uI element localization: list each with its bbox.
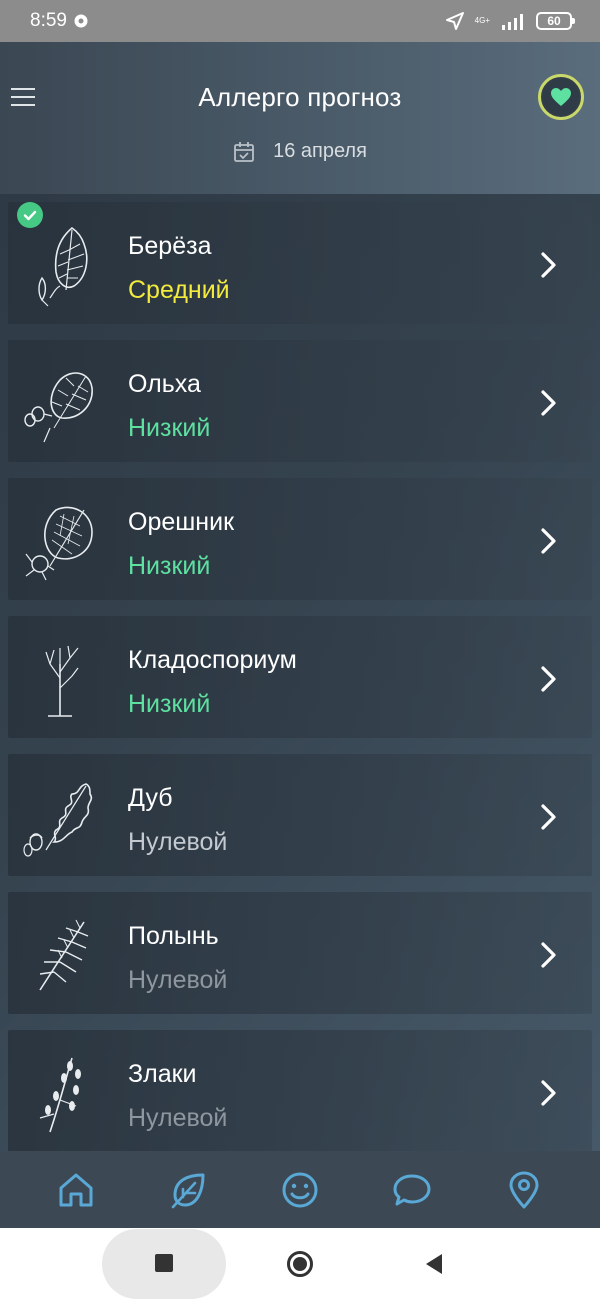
signal-icon <box>502 14 523 30</box>
leaf-icon <box>171 1173 205 1208</box>
nav-chat[interactable] <box>390 1168 434 1212</box>
allergen-level: Низкий <box>128 414 211 442</box>
allergen-card-hazel[interactable]: Орешник Низкий <box>8 478 592 600</box>
nav-home[interactable] <box>54 1168 98 1212</box>
allergen-card-birch[interactable]: Берёза Средний <box>8 202 592 324</box>
page-title: Аллерго прогноз <box>198 82 402 112</box>
allergen-card-grass[interactable]: Злаки Нулевой <box>8 1030 592 1152</box>
allergen-name: Злаки <box>128 1060 197 1088</box>
selected-check-icon <box>17 202 43 228</box>
cladosporium-icon <box>45 645 79 717</box>
allergen-level: Нулевой <box>128 1104 228 1132</box>
grass-icon <box>39 1057 81 1133</box>
nav-diary[interactable] <box>278 1168 322 1212</box>
chevron-right-icon <box>541 1080 556 1106</box>
wormwood-icon <box>39 919 89 991</box>
calendar-icon <box>234 141 254 162</box>
status-time: 8:59 <box>30 10 67 31</box>
system-navigation-bar <box>0 1228 600 1299</box>
birch-leaf-icon <box>38 227 88 307</box>
allergen-name: Полынь <box>128 922 219 950</box>
recent-apps-icon[interactable] <box>155 1254 173 1272</box>
allergen-name: Ольха <box>128 370 201 398</box>
nav-map[interactable] <box>502 1168 546 1212</box>
allergen-level: Нулевой <box>128 828 228 856</box>
home-icon <box>59 1173 93 1206</box>
alder-leaf-icon <box>24 372 93 443</box>
bottom-navigation <box>0 1151 600 1228</box>
chevron-right-icon <box>541 666 556 692</box>
location-arrow-icon <box>445 12 464 30</box>
allergen-card-oak[interactable]: Дуб Нулевой <box>8 754 592 876</box>
allergen-card-cladosporium[interactable]: Кладоспориум Низкий <box>8 616 592 738</box>
chat-bubble-icon <box>393 1174 431 1205</box>
chevron-right-icon <box>541 390 556 416</box>
allergen-card-alder[interactable]: Ольха Низкий <box>8 340 592 462</box>
system-home-icon[interactable] <box>287 1251 313 1277</box>
allergen-name: Кладоспориум <box>128 646 297 674</box>
chevron-right-icon <box>541 252 556 278</box>
notification-icon <box>74 14 88 28</box>
allergen-name: Берёза <box>128 232 212 260</box>
nav-plants[interactable] <box>166 1168 210 1212</box>
hazel-leaf-icon <box>25 506 93 581</box>
current-date: 16 апреля <box>273 140 367 162</box>
status-bar: 8:59 4G+ 60 <box>0 0 600 42</box>
oak-leaf-icon <box>23 783 93 857</box>
allergen-level: Низкий <box>128 690 211 718</box>
heart-icon <box>551 88 571 106</box>
chevron-right-icon <box>541 528 556 554</box>
app-header: Аллерго прогноз 16 апреля <box>0 42 600 194</box>
date-selector[interactable]: 16 апреля <box>0 140 600 163</box>
allergen-name: Орешник <box>128 508 235 536</box>
allergen-card-wormwood[interactable]: Полынь Нулевой <box>8 892 592 1014</box>
allergen-level: Нулевой <box>128 966 228 994</box>
chevron-right-icon <box>541 942 556 968</box>
network-type-label: 4G+ <box>474 16 490 25</box>
system-back-icon[interactable] <box>424 1252 444 1276</box>
allergen-level: Средний <box>128 276 230 304</box>
allergen-level: Низкий <box>128 552 211 580</box>
smiley-icon <box>282 1172 318 1207</box>
location-pin-icon <box>509 1171 539 1208</box>
allergen-name: Дуб <box>128 784 173 812</box>
favorites-button[interactable] <box>538 74 584 120</box>
battery-level: 60 <box>547 14 561 28</box>
battery-icon: 60 <box>536 12 575 30</box>
chevron-right-icon <box>541 804 556 830</box>
